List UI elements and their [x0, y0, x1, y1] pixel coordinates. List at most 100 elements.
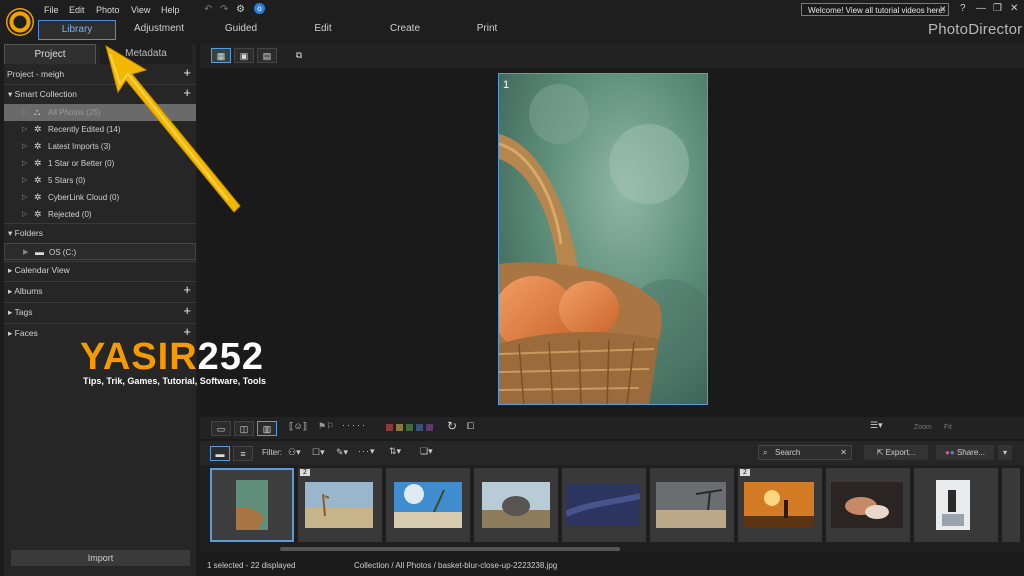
add-tag-plus-icon[interactable]: + — [183, 302, 191, 319]
multi-layout-icon[interactable]: ▥ — [257, 421, 277, 436]
thumbnail-image — [936, 480, 970, 530]
expand-arrow-icon: ▸ — [8, 307, 13, 317]
thumbnail-hands[interactable] — [826, 468, 910, 542]
tab-edit[interactable]: Edit — [284, 20, 362, 38]
search-input[interactable]: ⌕ Search ✕ — [758, 445, 852, 460]
divider — [4, 281, 196, 282]
calendar-view-header[interactable]: ▸ Calendar View — [4, 262, 196, 279]
single-photo-layout-icon[interactable]: ▭ — [211, 421, 231, 436]
watermark-title-b: 252 — [197, 336, 265, 378]
brand-title: PhotoDirector — [928, 21, 1023, 38]
calendar-view-label: Calendar View — [14, 265, 70, 275]
export-button[interactable]: ⇱ Export... — [864, 445, 928, 460]
menu-file[interactable]: File — [44, 5, 59, 15]
thumbnail-night-sky[interactable] — [562, 468, 646, 542]
compare-view-icon[interactable]: ⧉ — [289, 48, 309, 63]
face-tag-icon[interactable]: ⟦☺⟧ — [289, 421, 307, 432]
thumbnail-partial[interactable] — [1002, 468, 1020, 542]
filter-edit-icon[interactable]: ✎▾ — [336, 447, 348, 458]
filter-stack-icon[interactable]: ❏▾ — [420, 446, 433, 457]
color-label-blue[interactable] — [416, 424, 423, 431]
main-photo[interactable] — [498, 73, 708, 405]
tab-adjustment[interactable]: Adjustment — [120, 20, 198, 38]
compare-layout-icon[interactable]: ◫ — [234, 421, 254, 436]
project-label: Project - meigh — [7, 69, 65, 79]
thumbnail-elephant[interactable] — [474, 468, 558, 542]
welcome-tutorial-link[interactable]: Welcome! View all tutorial videos here! — [801, 3, 949, 16]
sort-icon[interactable]: ☰▾ — [870, 420, 883, 431]
zoom-label: Zoom — [914, 424, 932, 431]
tags-header[interactable]: ▸ Tags + — [4, 302, 196, 321]
update-badge-icon[interactable]: o — [254, 3, 265, 14]
thumbnail-image — [566, 484, 640, 526]
filter-people-icon[interactable]: ⚇▾ — [288, 447, 301, 458]
menu-help[interactable]: Help — [161, 5, 180, 15]
photo-number: 1 — [503, 79, 510, 91]
thumbnail-image — [656, 482, 726, 528]
thumbnail-desert-tree[interactable] — [650, 468, 734, 542]
color-label-green[interactable] — [406, 424, 413, 431]
folders-header[interactable]: ▾ Folders — [4, 225, 196, 242]
tab-print[interactable]: Print — [448, 20, 526, 38]
faces-label: Faces — [14, 328, 38, 338]
annotation-arrow-icon — [105, 44, 241, 213]
list-view-icon[interactable]: ≡ — [233, 446, 253, 461]
folder-label: OS (C:) — [49, 248, 77, 257]
share-icon-blue: ● — [949, 448, 957, 457]
expand-arrow-icon: ▸ — [8, 328, 13, 338]
divider — [4, 302, 196, 303]
filter-rating-icon[interactable]: ···▾ — [358, 446, 376, 457]
status-bar: 1 selected - 22 displayed Collection / A… — [200, 558, 1024, 576]
share-label: Share... — [956, 448, 985, 457]
filter-flag-icon[interactable]: ☐▾ — [312, 447, 325, 458]
redo-icon[interactable]: ↷ — [220, 4, 228, 15]
thumbnail-image — [831, 482, 903, 528]
add-album-plus-icon[interactable]: + — [183, 281, 191, 298]
settings-gear-icon[interactable]: ⚙ — [236, 4, 245, 15]
expand-arrow-icon: ▷ — [22, 211, 28, 218]
thumbnail-person-standing[interactable] — [914, 468, 998, 542]
thumbnail-image — [236, 480, 268, 530]
close-window-icon[interactable]: ✕ — [1010, 3, 1018, 14]
tab-guided[interactable]: Guided — [202, 20, 280, 38]
color-label-yellow[interactable] — [396, 424, 403, 431]
thumbnail-sunset-walk[interactable]: 2 — [738, 468, 822, 542]
share-dropdown-button[interactable]: ▾ — [998, 445, 1012, 460]
filmstrip-scrollbar[interactable] — [280, 547, 620, 551]
menu-photo[interactable]: Photo — [96, 5, 120, 15]
color-label-purple[interactable] — [426, 424, 433, 431]
crop-icon[interactable]: ⧠ — [467, 421, 474, 432]
color-label-red[interactable] — [386, 424, 393, 431]
filter-sort-icon[interactable]: ⇅▾ — [389, 446, 401, 457]
flag-icon[interactable]: ⚑⚐ — [318, 421, 334, 432]
star-rating-dots[interactable]: ····· — [342, 420, 367, 430]
import-button[interactable]: Import — [11, 550, 190, 566]
tab-library[interactable]: Library — [38, 20, 116, 40]
rotate-icon[interactable]: ↻ — [447, 419, 457, 433]
albums-header[interactable]: ▸ Albums + — [4, 281, 196, 300]
minimize-icon[interactable]: — — [976, 3, 986, 14]
thumbnail-view-icon[interactable]: ▤ — [257, 48, 277, 63]
folder-item-os-c[interactable]: ▶ ▬ OS (C:) — [4, 243, 196, 260]
menu-edit[interactable]: Edit — [69, 5, 85, 15]
smart-collection-icon: ✲ — [34, 158, 42, 168]
restore-icon[interactable]: ❐ — [993, 3, 1002, 14]
expand-arrow-icon: ▷ — [22, 143, 28, 150]
tab-project[interactable]: Project — [4, 44, 96, 64]
folders-label: Folders — [14, 228, 43, 238]
share-button[interactable]: ●● Share... — [936, 445, 994, 460]
zoom-value[interactable]: Fit — [944, 424, 952, 431]
expand-arrow-icon: ▸ — [8, 265, 13, 275]
welcome-close-icon[interactable]: ✕ — [939, 4, 947, 15]
thumbnail-basket[interactable] — [210, 468, 294, 542]
filmstrip-view-icon[interactable]: ▬ — [210, 446, 230, 461]
thumbnail-giraffe[interactable]: 2 — [298, 468, 382, 542]
expand-arrow-icon: ▷ — [22, 126, 28, 133]
undo-icon[interactable]: ↶ — [204, 4, 212, 15]
search-clear-icon[interactable]: ✕ — [840, 446, 847, 459]
thumbnail-beach[interactable] — [386, 468, 470, 542]
sidebar-item-label: All Photos (25) — [48, 108, 101, 117]
help-icon[interactable]: ? — [960, 3, 966, 14]
tab-create[interactable]: Create — [366, 20, 444, 38]
menu-view[interactable]: View — [131, 5, 150, 15]
